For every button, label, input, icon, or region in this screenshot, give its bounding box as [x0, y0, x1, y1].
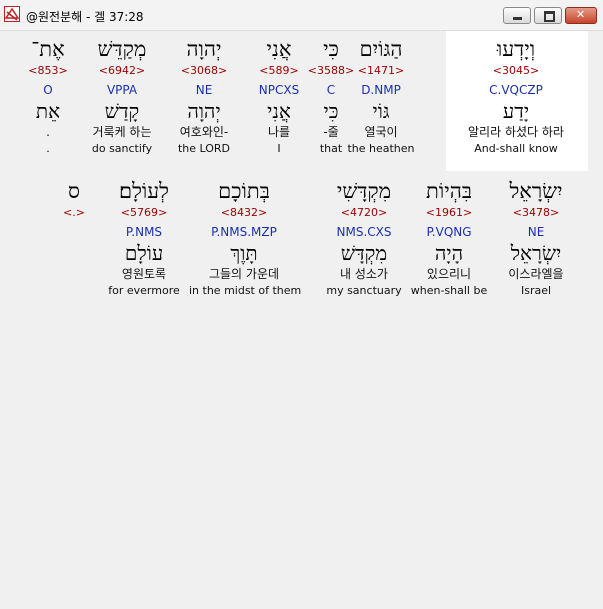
strong-number: <3045> — [492, 64, 540, 77]
word-column[interactable]: אֶת־ <853> O אֵת.. — [0, 35, 103, 157]
strong-number: <8432> — [220, 206, 268, 219]
morphology-code — [19, 224, 129, 241]
morphology-code: O — [43, 83, 53, 97]
app-icon — [4, 6, 20, 22]
morphology-code: C.VQCZP — [489, 83, 543, 97]
korean-gloss: 알리라 하셨다 하라 — [468, 125, 564, 139]
hebrew-word: ס — [68, 179, 80, 203]
english-gloss: . — [46, 142, 50, 155]
close-button[interactable] — [565, 7, 597, 24]
strong-number: <4720> — [340, 206, 388, 219]
morphology-code: P.NMS.MZP — [211, 225, 277, 239]
korean-gloss: 내 성소가 — [340, 267, 388, 281]
hebrew-word: בְּתוֹכָם — [218, 179, 270, 203]
lexical-form: תָּוֶךְ — [230, 241, 258, 265]
strong-number: <853> — [28, 64, 68, 77]
english-gloss — [19, 283, 129, 299]
word-column[interactable]: וְיָדְעוּ <3045> C.VQCZP יָדַע 알리라 하셨다 하라 And… — [461, 35, 571, 157]
minimize-button[interactable] — [503, 7, 531, 24]
korean-gloss: 그들의 가운데 — [208, 267, 280, 281]
word-column[interactable]: ס <.> — [19, 177, 129, 299]
korean-gloss — [19, 265, 129, 283]
lexical-form — [19, 241, 129, 265]
english-gloss: And-shall know — [474, 142, 558, 155]
lexical-form: אֵת — [35, 99, 61, 123]
verse-analysis-panel: וְיָדְעוּ <3045> C.VQCZP יָדַע 알리라 하셨다 하라 And… — [1, 31, 601, 608]
english-gloss: my sanctuary — [326, 284, 402, 297]
strong-number: <.> — [63, 206, 85, 219]
lexical-form: יָדַע — [502, 99, 530, 123]
title-bar: @원전분해 - 겔 37:28 — [0, 0, 603, 31]
english-gloss: in the midst of them — [189, 284, 302, 297]
word-column[interactable]: בְּתוֹכָם <8432> P.NMS.MZP תָּוֶךְ 그들의 가운데 in… — [189, 177, 302, 299]
word-column[interactable]: מִקְדָּשִׁי <4720> NMS.CXS מִקְדָּשׁ 내 성소가 my… — [309, 177, 419, 299]
korean-gloss: . — [46, 125, 50, 139]
hebrew-word: אֶת־ — [31, 37, 65, 61]
hebrew-word: מִקְדָּשִׁי — [336, 179, 392, 203]
hebrew-word: וְיָדְעוּ — [496, 37, 536, 61]
maximize-button[interactable] — [534, 7, 562, 24]
morphology-code: NMS.CXS — [336, 225, 392, 239]
lexical-form: מִקְדָּשׁ — [340, 241, 388, 265]
window-title: @원전분해 - 겔 37:28 — [26, 10, 144, 24]
